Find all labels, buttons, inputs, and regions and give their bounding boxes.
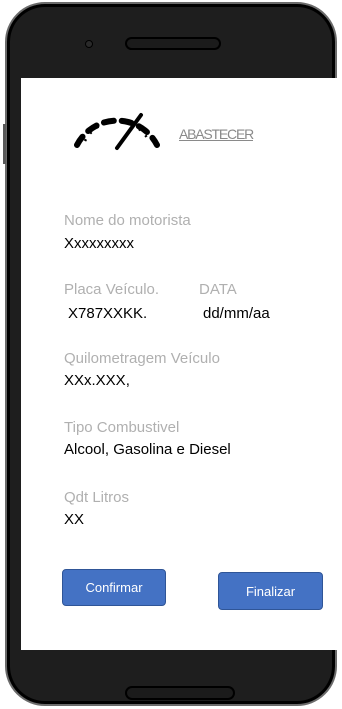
driver-name-label: Nome do motorista xyxy=(64,212,191,229)
liters-label: Qdt Litros xyxy=(64,489,130,506)
plate-label: Placa Veículo. xyxy=(64,281,160,298)
speaker-grille xyxy=(125,37,221,50)
fuel-type-label: Tipo Combustivel xyxy=(64,419,180,436)
driver-name-value[interactable]: Xxxxxxxxx xyxy=(64,235,134,252)
date-label: DATA xyxy=(199,281,237,298)
mileage-label: Quilometragem Veículo xyxy=(64,350,220,367)
plate-value[interactable]: X787XXKK. xyxy=(68,305,147,322)
mileage-value[interactable]: XXx.XXX, xyxy=(64,372,130,389)
volume-button xyxy=(3,124,6,164)
fuel-type-value[interactable]: Alcool, Gasolina e Diesel xyxy=(64,441,231,458)
speedometer-icon xyxy=(74,113,160,150)
date-value[interactable]: dd/mm/aa xyxy=(203,305,270,322)
finish-button[interactable]: Finalizar xyxy=(218,572,323,610)
home-button[interactable] xyxy=(125,686,235,700)
front-camera xyxy=(85,40,93,48)
app-screen: ABASTECER Nome do motorista Xxxxxxxxx Pl… xyxy=(21,78,339,650)
liters-value[interactable]: XX xyxy=(64,511,84,528)
app-brand-title: ABASTECER xyxy=(179,126,254,142)
phone-frame: ABASTECER Nome do motorista Xxxxxxxxx Pl… xyxy=(3,2,339,706)
confirm-button[interactable]: Confirmar xyxy=(62,569,166,606)
